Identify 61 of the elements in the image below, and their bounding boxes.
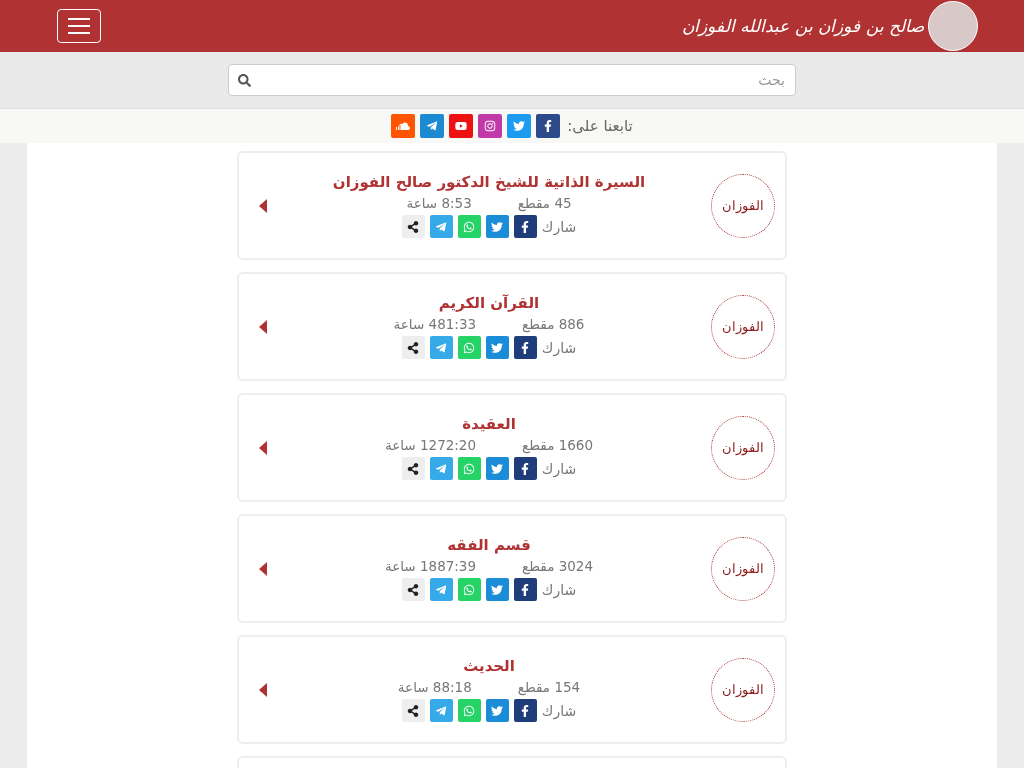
- share-icon[interactable]: [401, 457, 425, 480]
- card-title: قسم الفقه: [447, 536, 531, 554]
- twitter-icon[interactable]: [485, 699, 509, 722]
- share-icon[interactable]: [401, 215, 425, 238]
- whatsapp-icon[interactable]: [457, 457, 481, 480]
- search-field[interactable]: بحث: [228, 64, 796, 96]
- duration: 1887:39 ساعة: [384, 558, 477, 574]
- facebook-icon[interactable]: [513, 457, 537, 480]
- clip-count: 3024 مقطع: [522, 558, 594, 574]
- category-card[interactable]: الفوزان العقيدة 1660 مقطع 1272:20 ساعة شارك: [237, 393, 787, 502]
- instagram-icon[interactable]: [478, 114, 503, 138]
- share-icon[interactable]: [401, 699, 425, 722]
- youtube-icon[interactable]: [449, 114, 474, 138]
- whatsapp-icon[interactable]: [457, 699, 481, 722]
- caret-icon: [259, 561, 267, 576]
- category-card[interactable]: الفوزان قسم الفقه 3024 مقطع 1887:39 ساعة شارك: [237, 514, 787, 623]
- share-label: شارك: [541, 460, 577, 477]
- facebook-icon[interactable]: [513, 699, 537, 722]
- card-title: السيرة الذاتية للشيخ الدكتور صالح الفوزان: [332, 173, 646, 191]
- caret-icon: [259, 198, 267, 213]
- twitter-icon[interactable]: [485, 578, 509, 601]
- duration: 481:33 ساعة: [393, 316, 477, 332]
- clip-count: 154 مقطع: [517, 679, 581, 695]
- share-label: شارك: [541, 702, 577, 719]
- card-title: العقيدة: [462, 415, 516, 433]
- clip-count: 886 مقطع: [522, 316, 585, 332]
- caret-icon: [259, 319, 267, 334]
- whatsapp-icon[interactable]: [457, 215, 481, 238]
- category-card[interactable]: الفوزان القرآن الكريم 886 مقطع 481:33 ساعة شارك: [237, 272, 787, 381]
- facebook-icon[interactable]: [513, 215, 537, 238]
- clip-count: 1660 مقطع: [522, 437, 594, 453]
- follow-label: تابعنا على:: [567, 117, 633, 135]
- share-icon[interactable]: [401, 578, 425, 601]
- card-title: الحديث: [463, 657, 515, 675]
- whatsapp-icon[interactable]: [457, 336, 481, 359]
- caret-icon: [259, 682, 267, 697]
- share-label: شارك: [541, 218, 577, 235]
- twitter-icon[interactable]: [485, 215, 509, 238]
- twitter-icon[interactable]: [485, 457, 509, 480]
- logo-text: صالح بن فوزان بن عبدالله الفوزان: [681, 16, 924, 36]
- facebook-icon[interactable]: [513, 578, 537, 601]
- telegram-icon[interactable]: [420, 114, 445, 138]
- search-icon: [238, 74, 251, 87]
- menu-button[interactable]: [57, 9, 101, 43]
- caret-icon: [259, 440, 267, 455]
- avatar-placeholder: [928, 1, 978, 51]
- clip-count: 45 مقطع: [517, 195, 572, 211]
- whatsapp-icon[interactable]: [457, 578, 481, 601]
- facebook-icon[interactable]: [536, 114, 561, 138]
- duration: 88:18 ساعة: [397, 679, 472, 695]
- facebook-icon[interactable]: [513, 336, 537, 359]
- soundcloud-icon[interactable]: [391, 114, 416, 138]
- category-card[interactable]: الفوزان السيرة الذاتية للشيخ الدكتور صالح الفوزان 45 مقطع 8:53 ساعة شارك: [237, 151, 787, 260]
- duration: 1272:20 ساعة: [384, 437, 477, 453]
- share-label: شارك: [541, 339, 577, 356]
- category-card[interactable]: الفوزان الحديث 154 مقطع 88:18 ساعة شارك: [237, 635, 787, 744]
- card-title: القرآن الكريم: [438, 294, 540, 312]
- share-icon[interactable]: [401, 336, 425, 359]
- share-label: شارك: [541, 581, 577, 598]
- twitter-icon[interactable]: [485, 336, 509, 359]
- duration: 8:53 ساعة: [406, 195, 472, 211]
